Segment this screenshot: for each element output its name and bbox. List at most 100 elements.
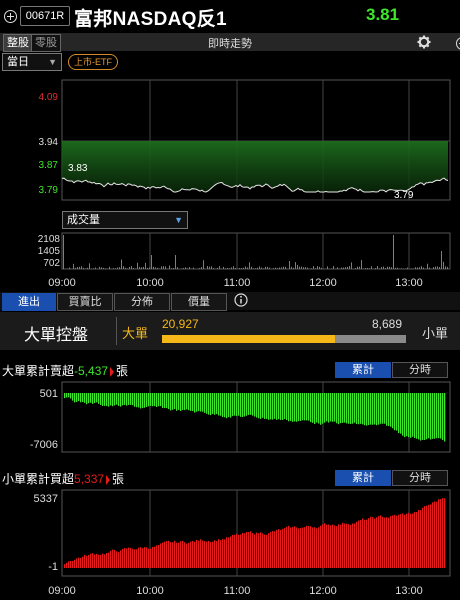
volume-bar [349, 265, 350, 269]
big-cumulative-bar [310, 393, 312, 423]
volume-bar [109, 266, 110, 269]
volume-bar [383, 266, 384, 269]
small-cumulative-bar [274, 531, 276, 568]
small-cumulative-bar [352, 523, 354, 568]
small-cumulative-bars [64, 498, 446, 568]
small-cumulative-bar [228, 537, 230, 568]
volume-bar [199, 268, 200, 269]
small-cumulative-bar [216, 541, 218, 568]
big-cumulative-bar [320, 393, 322, 425]
big-cumulative-bar [264, 393, 266, 419]
volume-bar [381, 266, 382, 269]
big-cumulative-bar [298, 393, 300, 422]
big-cumulative-bar [414, 393, 416, 439]
add-watchlist-icon[interactable] [4, 10, 17, 23]
stock-code-input[interactable]: 00671R [20, 6, 70, 26]
big-cumulative-bar [442, 393, 444, 441]
big-cumulative-bar [278, 393, 280, 420]
volume-bar [263, 268, 264, 269]
small-cumulative-bar [324, 523, 326, 568]
period-dropdown[interactable]: 當日 ▼ [2, 53, 62, 71]
small-cumulative-bar [304, 527, 306, 568]
volume-bar [365, 268, 366, 269]
small-cumulative-bar [116, 551, 118, 568]
big-cumulative-bar [160, 393, 162, 407]
small-cumulative-bar [104, 554, 106, 568]
small-cumulative-bar [354, 523, 356, 568]
big-cumulative-bar [182, 393, 184, 411]
big-cumulative-bar [142, 393, 144, 409]
chart-title: 即時走勢 [208, 38, 252, 50]
big-cumulative-button[interactable]: 累計 [335, 362, 391, 378]
big-cumulative-bar [230, 393, 232, 418]
small-cumulative-bar [268, 533, 270, 568]
small-cumulative-bar [182, 540, 184, 568]
big-cumulative-bar [132, 393, 134, 406]
volume-bar [321, 267, 322, 269]
big-cumulative-bar [270, 393, 272, 420]
big-period-button[interactable]: 分時 [392, 362, 448, 378]
big-cumulative-bar [240, 393, 242, 417]
small-cumulative-bar [204, 541, 206, 568]
indicator-dropdown[interactable]: 成交量 ▼ [62, 211, 188, 229]
big-cumulative-bar [228, 393, 230, 418]
big-cumulative-bar [170, 393, 172, 411]
volume-bar [103, 267, 104, 269]
volume-bar [351, 262, 352, 269]
small-cumulative-button[interactable]: 累計 [335, 470, 391, 486]
small-cumulative-bar [288, 525, 290, 568]
tab-inout[interactable]: 進出 [2, 293, 56, 311]
small-cumulative-bar [246, 531, 248, 568]
big-cumulative-bar [408, 393, 410, 438]
small-cumulative-bar [154, 546, 156, 568]
big-cumulative-bar [400, 393, 402, 434]
volume-bar [407, 267, 408, 269]
small-period-button[interactable]: 分時 [392, 470, 448, 486]
small-cumulative-bar [162, 542, 164, 568]
big-cumulative-bar [330, 393, 332, 422]
small-axis-bottom: -1 [48, 561, 58, 573]
tab-buy-sell-ratio[interactable]: 買賣比 [57, 293, 113, 311]
tab-price-volume[interactable]: 價量 [171, 293, 227, 311]
big-cumulative-bar [362, 393, 364, 425]
big-cumulative-bar [392, 393, 394, 429]
big-cumulative-bar [352, 393, 354, 424]
big-cumulative-bar [308, 393, 310, 421]
big-cumulative-bar [434, 393, 436, 439]
small-cumulative-bar [440, 499, 442, 568]
info-icon[interactable] [234, 293, 248, 307]
big-cumulative-bar [172, 393, 174, 410]
big-cumulative-bar [444, 393, 446, 442]
small-axis-top: 5337 [34, 493, 58, 505]
volume-bar [89, 263, 90, 269]
gear-icon[interactable] [417, 35, 431, 49]
big-cumulative-bar [224, 393, 226, 418]
big-cumulative-bar [404, 393, 406, 438]
volume-bar [361, 260, 362, 269]
big-cumulative-bar [252, 393, 254, 416]
add-icon[interactable] [456, 37, 460, 50]
big-cumulative-bar [306, 393, 308, 421]
big-cumulative-bar [338, 393, 340, 425]
small-cumulative-bar [236, 533, 238, 568]
small-cumulative-bar [244, 533, 246, 568]
tab-distribution[interactable]: 分佈 [114, 293, 170, 311]
big-cumulative-bar [136, 393, 138, 408]
big-cumulative-bar [254, 393, 256, 417]
big-cumulative-bar [140, 393, 142, 409]
small-cumulative-bar [362, 518, 364, 568]
big-cumulative-bar [134, 393, 136, 407]
small-cumulative-bar [200, 539, 202, 568]
chevron-down-icon: ▼ [48, 57, 57, 67]
volume-bar [113, 268, 114, 269]
volume-bar [93, 268, 94, 269]
small-cumulative-bar [442, 498, 444, 568]
volume-bar [447, 266, 448, 269]
big-order-label: 大單 [122, 326, 149, 341]
big-cumulative-bar [372, 393, 374, 425]
volume-bar [269, 267, 270, 269]
volume-bar [149, 267, 150, 269]
volume-chart-frame [61, 232, 451, 270]
small-cumulative-bar [322, 524, 324, 568]
small-cumulative-prefix: 小單累計買超 [2, 472, 75, 486]
